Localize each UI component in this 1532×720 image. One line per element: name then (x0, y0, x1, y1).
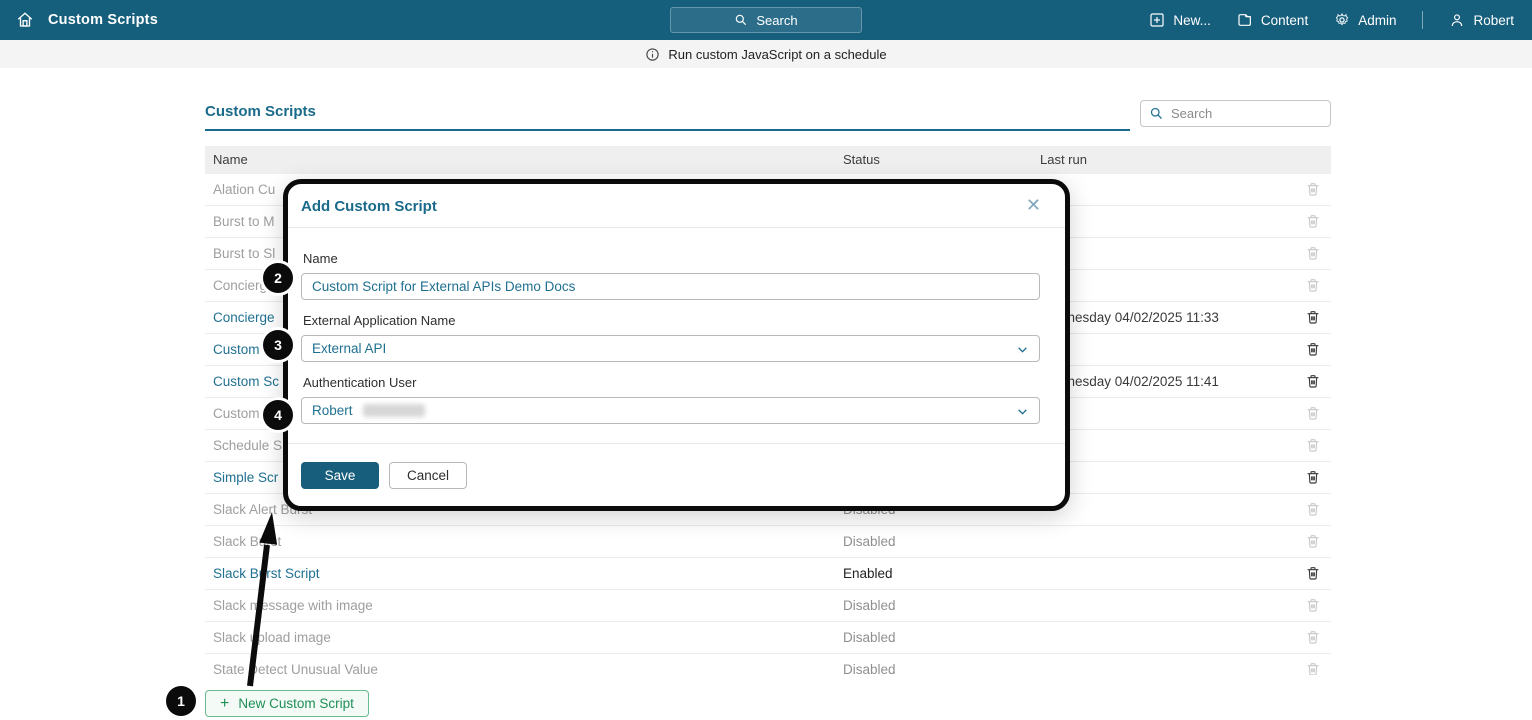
annotation-step-1: 1 (166, 686, 196, 716)
script-name-link[interactable]: Custom Sc (213, 374, 279, 389)
plus-icon: + (220, 694, 230, 712)
trash-icon[interactable] (1305, 373, 1321, 392)
table-row: Slack upload image Disabled (205, 622, 1331, 654)
script-name: Burst to Sl (213, 246, 276, 261)
person-icon (1449, 12, 1465, 28)
gear-icon (1334, 12, 1350, 28)
modal-header: Add Custom Script ✕ (288, 184, 1065, 228)
script-name: State Detect Unusual Value (213, 662, 378, 675)
name-field-label: Name (303, 251, 338, 266)
page-title: Custom Scripts (205, 103, 1130, 131)
plus-square-icon (1149, 12, 1165, 28)
table-search[interactable] (1140, 100, 1331, 127)
save-button[interactable]: Save (301, 461, 379, 489)
script-name: Burst to M (213, 214, 275, 229)
status-cell: Disabled (843, 598, 896, 613)
trash-icon[interactable] (1305, 405, 1321, 424)
status-cell: Disabled (843, 630, 896, 645)
trash-icon[interactable] (1305, 533, 1321, 552)
trash-icon[interactable] (1305, 341, 1321, 360)
auth-user-select[interactable]: Robert (301, 397, 1040, 424)
trash-icon[interactable] (1305, 437, 1321, 456)
annotation-step-3: 3 (263, 330, 293, 360)
redacted-surname (362, 404, 425, 417)
table-header: Name Status Last run (205, 146, 1331, 174)
info-banner: Run custom JavaScript on a schedule (0, 40, 1532, 68)
column-header-name: Name (213, 152, 248, 167)
script-name-link[interactable]: Concierge (213, 310, 275, 325)
column-header-last-run: Last run (1040, 152, 1087, 167)
chevron-down-icon (1016, 405, 1029, 421)
trash-icon[interactable] (1305, 565, 1321, 584)
trash-icon[interactable] (1305, 277, 1321, 296)
script-name-link[interactable]: Custom (213, 342, 260, 357)
external-app-value: External API (312, 341, 387, 356)
trash-icon[interactable] (1305, 245, 1321, 264)
trash-icon[interactable] (1305, 501, 1321, 520)
trash-icon[interactable] (1305, 629, 1321, 648)
table-search-input[interactable] (1171, 106, 1311, 121)
trash-icon[interactable] (1305, 309, 1321, 328)
nav-item-user[interactable]: Robert (1449, 12, 1514, 28)
nav-item-content[interactable]: Content (1237, 12, 1308, 28)
script-name: Slack upload image (213, 630, 331, 645)
external-app-label: External Application Name (303, 313, 456, 328)
script-name-link[interactable]: Simple Scr (213, 470, 278, 485)
global-search-label: Search (756, 12, 798, 28)
home-icon[interactable] (16, 11, 34, 29)
status-cell: Enabled (843, 566, 893, 581)
trash-icon[interactable] (1305, 181, 1321, 200)
script-name: Slack message with image (213, 598, 373, 613)
annotation-step-2: 2 (263, 263, 293, 293)
close-icon[interactable]: ✕ (1026, 196, 1041, 214)
auth-user-label: Authentication User (303, 375, 417, 390)
column-header-status: Status (843, 152, 880, 167)
table-row: State Detect Unusual Value Disabled (205, 654, 1331, 675)
nav-divider (1422, 11, 1424, 29)
name-field[interactable] (301, 273, 1040, 300)
script-name: Custom (213, 406, 260, 421)
status-cell: Disabled (843, 534, 896, 549)
nav-item-admin[interactable]: Admin (1334, 12, 1396, 28)
info-banner-text: Run custom JavaScript on a schedule (668, 46, 887, 62)
script-name-link[interactable]: Slack Burst Script (213, 566, 320, 581)
script-name: Schedule S (213, 438, 283, 453)
auth-user-value: Robert (312, 403, 353, 418)
script-name: Alation Cu (213, 182, 276, 197)
trash-icon[interactable] (1305, 469, 1321, 488)
modal-title: Add Custom Script (301, 198, 437, 215)
info-icon (645, 47, 660, 62)
content-icon (1237, 12, 1253, 28)
cancel-button[interactable]: Cancel (389, 461, 467, 489)
nav-item-new[interactable]: New... (1149, 12, 1211, 28)
global-search[interactable]: Search (670, 7, 862, 33)
nav-new-label: New... (1173, 12, 1211, 28)
table-row: Slack Burst Disabled (205, 526, 1331, 558)
annotation-step-4: 4 (263, 400, 293, 430)
external-app-select[interactable]: External API (301, 335, 1040, 362)
search-icon (1149, 106, 1164, 121)
app-title: Custom Scripts (48, 12, 158, 28)
trash-icon[interactable] (1305, 661, 1321, 675)
status-cell: Disabled (843, 662, 896, 675)
table-row: Slack message with image Disabled (205, 590, 1331, 622)
modal-footer: Save Cancel (288, 443, 1065, 506)
trash-icon[interactable] (1305, 597, 1321, 616)
search-icon (734, 13, 748, 27)
new-custom-script-label: New Custom Script (238, 696, 354, 711)
new-custom-script-button[interactable]: + New Custom Script (205, 690, 369, 717)
nav-admin-label: Admin (1358, 12, 1397, 28)
nav-user-label: Robert (1473, 12, 1514, 28)
trash-icon[interactable] (1305, 213, 1321, 232)
script-name: Slack Burst (213, 534, 282, 549)
top-navbar: Custom Scripts Search New... Content Adm… (0, 0, 1532, 40)
chevron-down-icon (1016, 343, 1029, 359)
add-custom-script-modal: Add Custom Script ✕ Name External Applic… (283, 179, 1070, 511)
table-row: Slack Burst Script Enabled (205, 558, 1331, 590)
nav-content-label: Content (1260, 12, 1309, 28)
